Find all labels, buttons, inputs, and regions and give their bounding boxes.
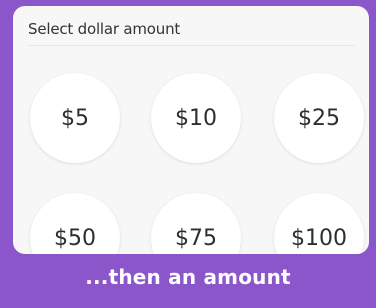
screenshot-frame: Select dollar amount $5 $10 $25 $50 $75 … xyxy=(0,0,376,308)
caption-text: ...then an amount xyxy=(85,265,291,289)
amount-button-50[interactable]: $50 xyxy=(30,193,120,254)
amount-selection-panel: Select dollar amount $5 $10 $25 $50 $75 … xyxy=(13,6,369,254)
caption-bar: ...then an amount xyxy=(0,254,376,308)
header-divider xyxy=(27,45,355,46)
panel-title: Select dollar amount xyxy=(28,20,181,38)
amount-button-75[interactable]: $75 xyxy=(151,193,241,254)
amount-button-10[interactable]: $10 xyxy=(151,73,241,163)
amount-button-5[interactable]: $5 xyxy=(30,73,120,163)
amount-button-100[interactable]: $100 xyxy=(274,193,364,254)
amount-button-25[interactable]: $25 xyxy=(274,73,364,163)
